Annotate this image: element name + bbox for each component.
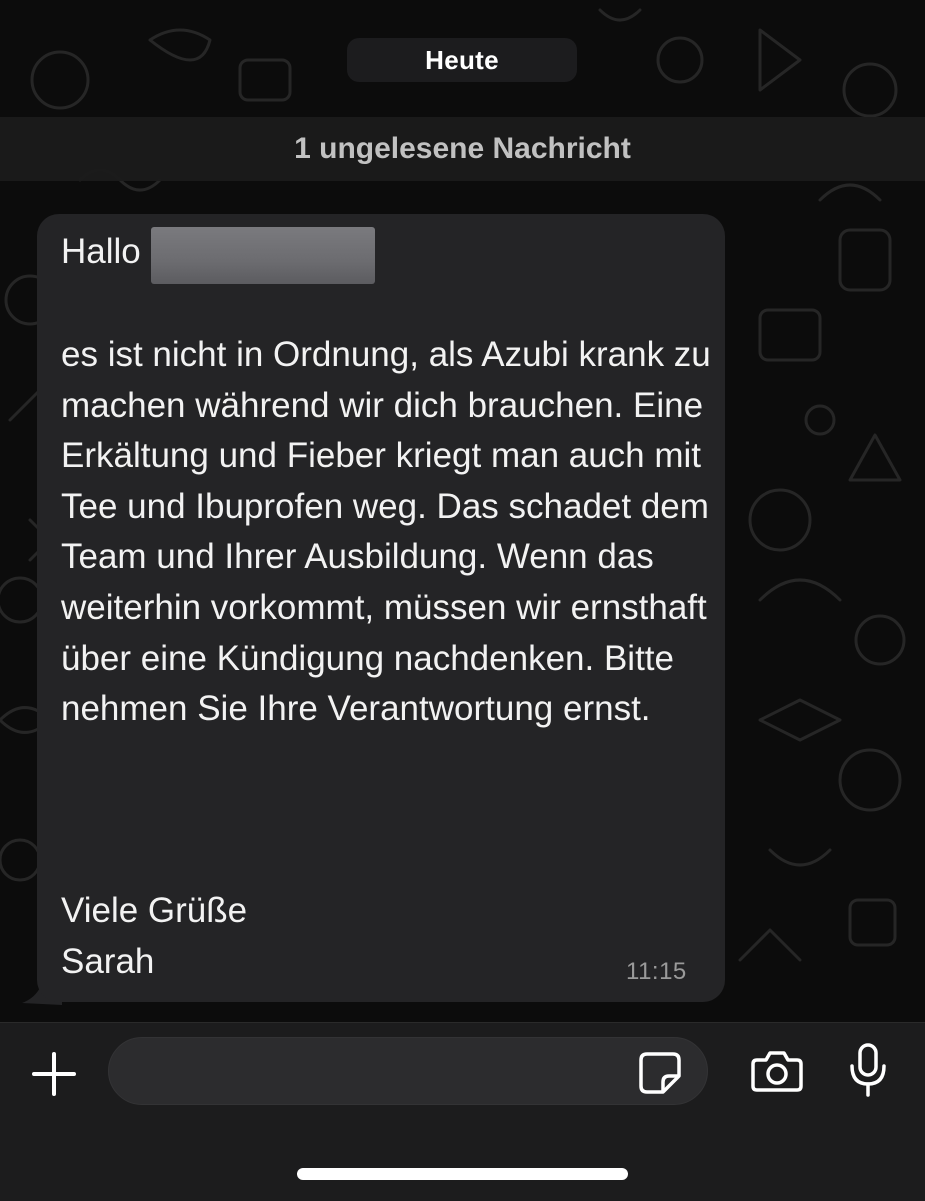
plus-icon — [32, 1052, 76, 1096]
unread-messages-banner: 1 ungelesene Nachricht — [0, 117, 925, 181]
signoff-name: Sarah — [61, 941, 155, 981]
redacted-name — [151, 227, 375, 284]
message-signoff: Viele Grüße Sarah — [61, 886, 461, 987]
sticker-icon — [639, 1052, 681, 1094]
message-timestamp: 11:15 — [626, 958, 687, 985]
sticker-button[interactable] — [637, 1050, 683, 1096]
date-separator: Heute — [347, 38, 577, 82]
voice-message-button[interactable] — [847, 1042, 889, 1098]
microphone-icon — [850, 1043, 886, 1097]
attach-button[interactable] — [28, 1048, 80, 1100]
home-indicator[interactable] — [297, 1168, 628, 1180]
message-greeting: Hallo — [61, 232, 141, 271]
message-input[interactable] — [108, 1037, 708, 1105]
signoff-greeting: Viele Grüße — [61, 891, 248, 930]
camera-icon — [751, 1051, 803, 1092]
camera-button[interactable] — [749, 1048, 805, 1094]
message-body: es ist nicht in Ordnung, als Azubi krank… — [61, 335, 711, 729]
